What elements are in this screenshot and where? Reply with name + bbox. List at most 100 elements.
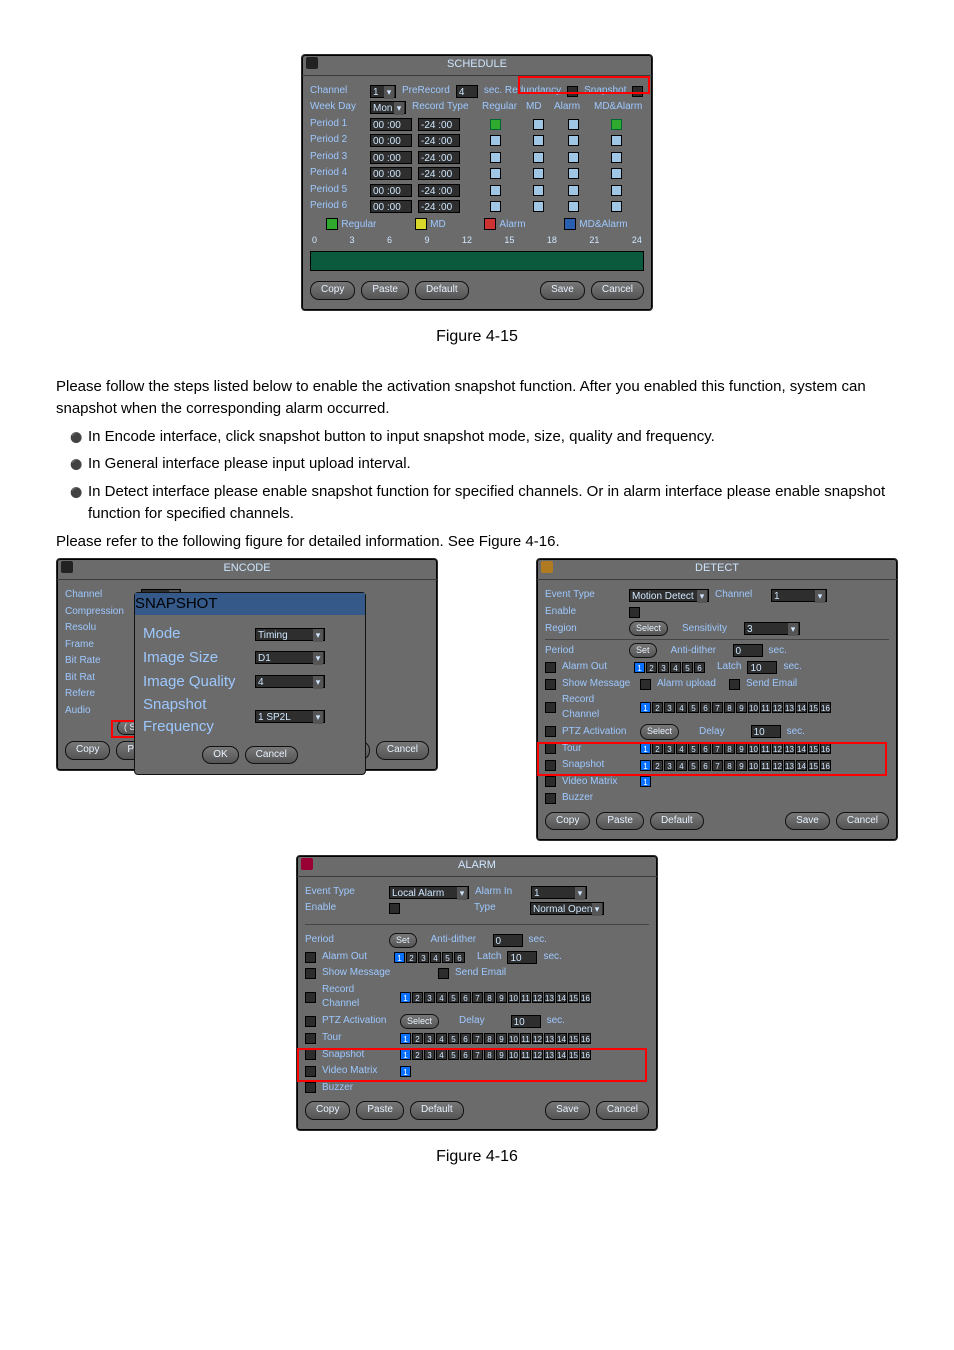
- ok-button[interactable]: OK: [202, 746, 238, 765]
- period-start[interactable]: 00 :00: [370, 184, 412, 197]
- alm-ptz-checkbox[interactable]: [305, 1016, 316, 1027]
- alm-buzzer-checkbox[interactable]: [305, 1082, 316, 1093]
- copy-button[interactable]: Copy: [545, 812, 590, 831]
- period-regular-checkbox[interactable]: [490, 119, 501, 130]
- alm-type-select[interactable]: Normal Open: [530, 902, 604, 915]
- send-email-checkbox[interactable]: [729, 679, 740, 690]
- period-md-checkbox[interactable]: [533, 135, 544, 146]
- prerecord-input[interactable]: 4: [456, 85, 478, 98]
- period-end[interactable]: -24 :00: [418, 200, 460, 213]
- cancel-button[interactable]: Cancel: [591, 281, 644, 300]
- imagesize-select[interactable]: D1: [255, 651, 325, 664]
- alm-alarm-out-channels[interactable]: 123456: [394, 952, 465, 963]
- alm-latch-input[interactable]: 10: [507, 951, 537, 964]
- alm-video-matrix-checkbox[interactable]: [305, 1066, 316, 1077]
- copy-button[interactable]: Copy: [310, 281, 355, 300]
- period-mdalarm-checkbox[interactable]: [611, 168, 622, 179]
- snapshot-checkbox[interactable]: [545, 760, 556, 771]
- freq-select[interactable]: 1 SP2L: [255, 710, 325, 723]
- snapshot-channels[interactable]: 12345678910111213141516: [640, 760, 831, 771]
- period-end[interactable]: -24 :00: [418, 184, 460, 197]
- period-alarm-checkbox[interactable]: [568, 119, 579, 130]
- anti-dither-input[interactable]: 0: [733, 644, 763, 657]
- period-alarm-checkbox[interactable]: [568, 201, 579, 212]
- period-md-checkbox[interactable]: [533, 185, 544, 196]
- alm-period-set-button[interactable]: Set: [389, 933, 417, 948]
- period-mdalarm-checkbox[interactable]: [611, 119, 622, 130]
- default-button[interactable]: Default: [410, 1101, 464, 1120]
- period-regular-checkbox[interactable]: [490, 135, 501, 146]
- cancel-button[interactable]: Cancel: [245, 746, 298, 765]
- alm-record-channel-boxes[interactable]: 12345678910111213141516: [400, 992, 591, 1003]
- alm-tour-channels[interactable]: 12345678910111213141516: [400, 1033, 591, 1044]
- period-alarm-checkbox[interactable]: [568, 185, 579, 196]
- cancel-button[interactable]: Cancel: [376, 741, 429, 760]
- channel-select[interactable]: 1: [370, 85, 396, 98]
- save-button[interactable]: Save: [540, 281, 585, 300]
- default-button[interactable]: Default: [415, 281, 469, 300]
- delay-input[interactable]: 10: [751, 725, 781, 738]
- ptz-checkbox[interactable]: [545, 726, 556, 737]
- alm-tour-checkbox[interactable]: [305, 1033, 316, 1044]
- video-matrix-channels[interactable]: 1: [640, 776, 651, 787]
- region-select-button[interactable]: Select: [629, 621, 668, 636]
- period-start[interactable]: 00 :00: [370, 118, 412, 131]
- copy-button[interactable]: Copy: [305, 1101, 350, 1120]
- det-channel-select[interactable]: 1: [771, 589, 827, 602]
- default-button[interactable]: Default: [650, 812, 704, 831]
- period-set-button[interactable]: Set: [629, 643, 657, 658]
- alm-send-email-checkbox[interactable]: [438, 968, 449, 979]
- paste-button[interactable]: Paste: [356, 1101, 404, 1120]
- alm-event-type-select[interactable]: Local Alarm: [389, 886, 469, 899]
- alm-snapshot-channels[interactable]: 12345678910111213141516: [400, 1049, 591, 1060]
- alm-ptz-select-button[interactable]: Select: [400, 1014, 439, 1029]
- period-regular-checkbox[interactable]: [490, 168, 501, 179]
- period-md-checkbox[interactable]: [533, 201, 544, 212]
- period-alarm-checkbox[interactable]: [568, 135, 579, 146]
- period-mdalarm-checkbox[interactable]: [611, 201, 622, 212]
- period-regular-checkbox[interactable]: [490, 152, 501, 163]
- mode-select[interactable]: Timing: [255, 628, 325, 641]
- cancel-button[interactable]: Cancel: [836, 812, 889, 831]
- video-matrix-checkbox[interactable]: [545, 776, 556, 787]
- period-md-checkbox[interactable]: [533, 168, 544, 179]
- alarm-out-channels[interactable]: 123456: [634, 662, 705, 673]
- ptz-select-button[interactable]: Select: [640, 724, 679, 739]
- alarm-upload-checkbox[interactable]: [640, 679, 651, 690]
- record-channel-boxes[interactable]: 12345678910111213141516: [640, 702, 831, 713]
- alarm-out-checkbox[interactable]: [545, 662, 556, 673]
- save-button[interactable]: Save: [785, 812, 830, 831]
- redundancy-checkbox[interactable]: [567, 86, 578, 97]
- buzzer-checkbox[interactable]: [545, 793, 556, 804]
- period-start[interactable]: 00 :00: [370, 200, 412, 213]
- period-md-checkbox[interactable]: [533, 119, 544, 130]
- period-start[interactable]: 00 :00: [370, 167, 412, 180]
- show-msg-checkbox[interactable]: [545, 679, 556, 690]
- weekday-select[interactable]: Mon: [370, 101, 406, 114]
- alm-show-msg-checkbox[interactable]: [305, 968, 316, 979]
- period-mdalarm-checkbox[interactable]: [611, 185, 622, 196]
- period-start[interactable]: 00 :00: [370, 151, 412, 164]
- record-channel-checkbox[interactable]: [545, 702, 556, 713]
- period-start[interactable]: 00 :00: [370, 134, 412, 147]
- enable-checkbox[interactable]: [629, 607, 640, 618]
- alm-video-matrix-channels[interactable]: 1: [400, 1066, 411, 1077]
- alm-record-channel-checkbox[interactable]: [305, 992, 316, 1003]
- snapshot-checkbox[interactable]: [632, 86, 643, 97]
- cancel-button[interactable]: Cancel: [596, 1101, 649, 1120]
- paste-button[interactable]: Paste: [361, 281, 409, 300]
- period-md-checkbox[interactable]: [533, 152, 544, 163]
- latch-input[interactable]: 10: [747, 661, 777, 674]
- alm-snapshot-checkbox[interactable]: [305, 1049, 316, 1060]
- copy-button[interactable]: Copy: [65, 741, 110, 760]
- quality-select[interactable]: 4: [255, 675, 325, 688]
- save-button[interactable]: Save: [545, 1101, 590, 1120]
- period-mdalarm-checkbox[interactable]: [611, 152, 622, 163]
- period-alarm-checkbox[interactable]: [568, 168, 579, 179]
- period-alarm-checkbox[interactable]: [568, 152, 579, 163]
- paste-button[interactable]: Paste: [596, 812, 644, 831]
- sensitivity-select[interactable]: 3: [744, 622, 800, 635]
- period-end[interactable]: -24 :00: [418, 118, 460, 131]
- period-end[interactable]: -24 :00: [418, 167, 460, 180]
- alm-alarm-out-checkbox[interactable]: [305, 952, 316, 963]
